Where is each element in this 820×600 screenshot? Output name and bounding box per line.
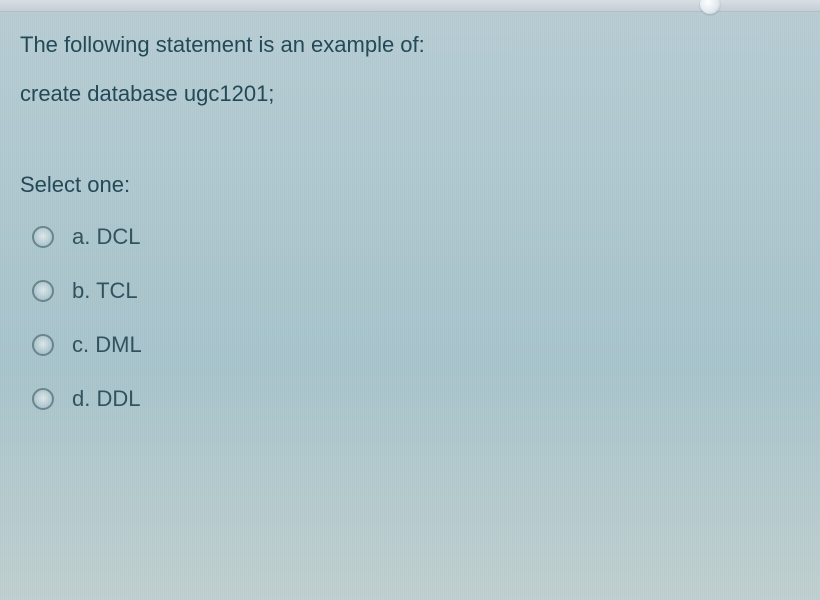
option-value: DCL bbox=[96, 224, 140, 249]
option-value: DML bbox=[95, 332, 141, 357]
option-d[interactable]: d. DDL bbox=[20, 372, 800, 426]
option-value: TCL bbox=[96, 278, 138, 303]
option-label: a. DCL bbox=[72, 224, 141, 250]
radio-icon[interactable] bbox=[32, 388, 54, 410]
option-c[interactable]: c. DML bbox=[20, 318, 800, 372]
option-b[interactable]: b. TCL bbox=[20, 264, 800, 318]
option-a[interactable]: a. DCL bbox=[20, 210, 800, 264]
toolbar-strip bbox=[0, 0, 820, 12]
question-prompt: The following statement is an example of… bbox=[20, 30, 800, 61]
select-one-label: Select one: bbox=[20, 170, 800, 201]
option-value: DDL bbox=[96, 386, 140, 411]
radio-icon[interactable] bbox=[32, 226, 54, 248]
option-letter: b. bbox=[72, 278, 90, 303]
option-letter: d. bbox=[72, 386, 90, 411]
radio-icon[interactable] bbox=[32, 280, 54, 302]
option-label: c. DML bbox=[72, 332, 142, 358]
option-label: b. TCL bbox=[72, 278, 138, 304]
question-container: The following statement is an example of… bbox=[0, 12, 820, 426]
options-list: a. DCL b. TCL c. DML d. DDL bbox=[20, 210, 800, 426]
option-label: d. DDL bbox=[72, 386, 141, 412]
option-letter: c. bbox=[72, 332, 89, 357]
radio-icon[interactable] bbox=[32, 334, 54, 356]
question-code: create database ugc1201; bbox=[20, 79, 800, 110]
option-letter: a. bbox=[72, 224, 90, 249]
